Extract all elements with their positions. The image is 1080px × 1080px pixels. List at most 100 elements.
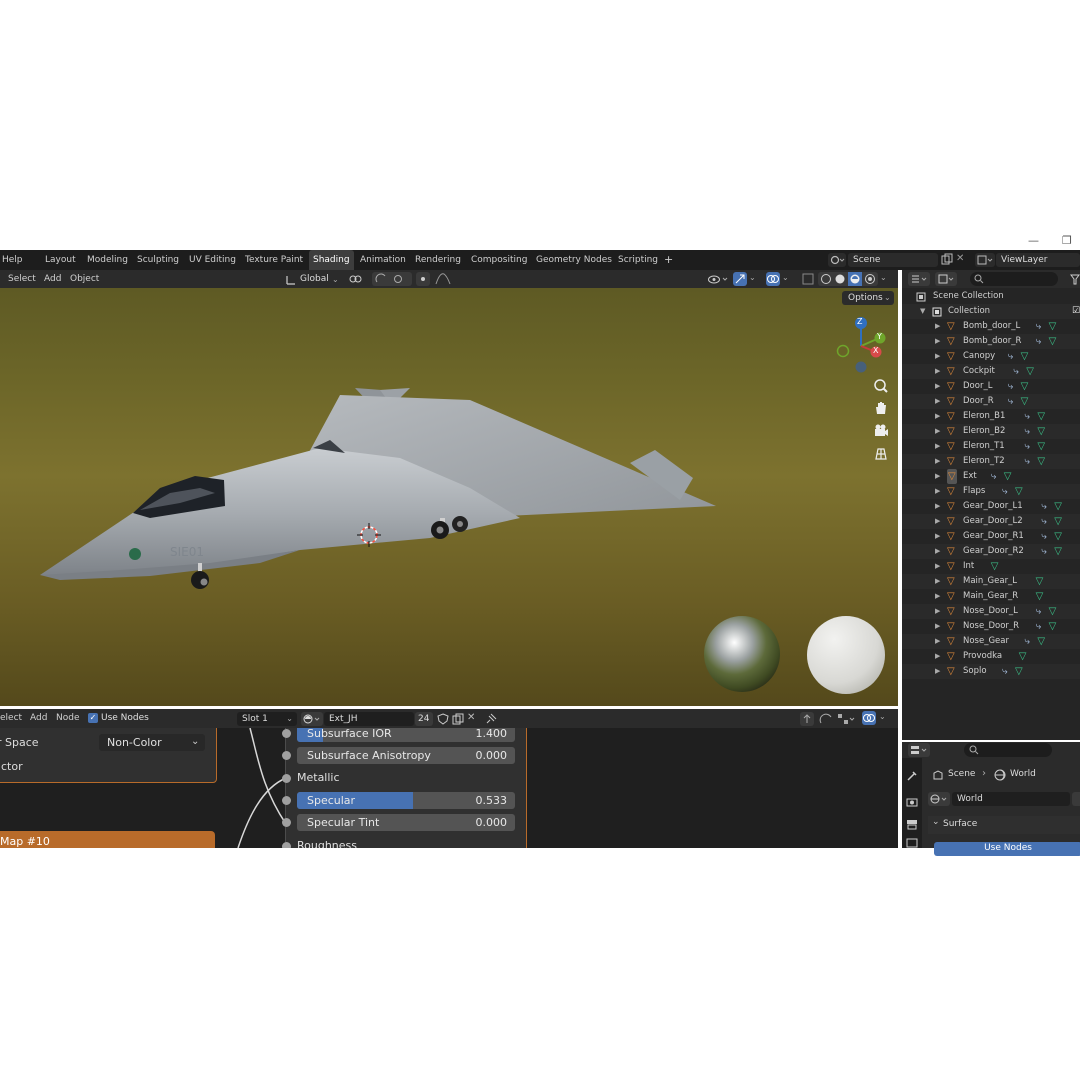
- viewport-menu-add[interactable]: Add: [44, 270, 61, 288]
- falloff-curve-icon[interactable]: [434, 272, 454, 286]
- tab-animation[interactable]: Animation: [360, 250, 406, 270]
- modifier-wrench-icon[interactable]: ⤷: [1041, 544, 1047, 559]
- outliner-item[interactable]: ▶ ▽ Main_Gear_R ▽: [902, 589, 1080, 604]
- mesh-data-icon[interactable]: ▽: [1037, 424, 1045, 439]
- gizmo-dropdown-chevron-icon[interactable]: ⌄: [749, 273, 761, 286]
- modifier-wrench-icon[interactable]: ⤷: [1024, 439, 1030, 454]
- mesh-data-icon[interactable]: ▽: [1036, 574, 1044, 589]
- tab-uv-editing[interactable]: UV Editing: [189, 250, 236, 270]
- outliner-item[interactable]: ▶ ▽ Eleron_T1 ⤷ ▽: [902, 439, 1080, 454]
- expand-triangle-icon[interactable]: ▶: [935, 544, 940, 559]
- modifier-wrench-icon[interactable]: ⤷: [1036, 604, 1042, 619]
- tab-rendering[interactable]: Rendering: [415, 250, 461, 270]
- properties-editor-type-icon[interactable]: [908, 743, 930, 757]
- outliner-item[interactable]: ▶ ▽ Ext ⤷ ▽: [902, 469, 1080, 484]
- expand-triangle-icon[interactable]: ▶: [935, 454, 940, 469]
- expand-triangle-icon[interactable]: ▶: [935, 649, 940, 664]
- zoom-icon[interactable]: [871, 376, 891, 396]
- overlays-toggle-icon[interactable]: [766, 272, 780, 286]
- expand-triangle-icon[interactable]: ▶: [935, 559, 940, 574]
- expand-triangle-icon[interactable]: ▶: [935, 364, 940, 379]
- modifier-wrench-icon[interactable]: ⤷: [1024, 409, 1030, 424]
- mesh-data-icon[interactable]: ▽: [1036, 589, 1044, 604]
- properties-search-input[interactable]: [964, 743, 1052, 757]
- expand-triangle-icon[interactable]: ▶: [935, 469, 940, 484]
- mesh-data-icon[interactable]: ▽: [1049, 334, 1057, 349]
- outliner-item[interactable]: ▶ ▽ Nose_Door_R ⤷ ▽: [902, 619, 1080, 634]
- editor-type-icon[interactable]: [908, 272, 930, 286]
- outliner-item[interactable]: ▶ ▽ Eleron_B2 ⤷ ▽: [902, 424, 1080, 439]
- mesh-data-icon[interactable]: ▽: [1037, 454, 1045, 469]
- modifier-wrench-icon[interactable]: ⤷: [1036, 334, 1042, 349]
- modifier-wrench-icon[interactable]: ⤷: [1013, 364, 1019, 379]
- input-socket[interactable]: [282, 842, 291, 848]
- xray-toggle-icon[interactable]: [801, 272, 815, 286]
- modifier-wrench-icon[interactable]: ⤷: [1041, 514, 1047, 529]
- mapping-node[interactable]: Map #10: [0, 831, 215, 848]
- outliner-item[interactable]: ▶ ▽ Gear_Door_R1 ⤷ ▽: [902, 529, 1080, 544]
- scene-copy-icon[interactable]: [940, 253, 954, 267]
- pivot-point-icon[interactable]: [347, 273, 367, 286]
- outliner-item[interactable]: ▶ ▽ Bomb_door_R ⤷ ▽: [902, 334, 1080, 349]
- 3d-viewport[interactable]: Options ⌄ SIE01 Z Y X: [0, 288, 898, 706]
- pin-icon[interactable]: [484, 712, 498, 726]
- expand-triangle-icon[interactable]: ▶: [935, 664, 940, 679]
- mesh-data-icon[interactable]: ▽: [1015, 664, 1023, 679]
- tab-sculpting[interactable]: Sculpting: [137, 250, 179, 270]
- color-space-dropdown[interactable]: Non-Color ⌄: [99, 734, 205, 751]
- modifier-wrench-icon[interactable]: ⤷: [1024, 634, 1030, 649]
- outliner-item[interactable]: ▶ ▽ Main_Gear_L ▽: [902, 574, 1080, 589]
- mesh-data-icon[interactable]: ▽: [1019, 649, 1027, 664]
- mesh-data-icon[interactable]: ▽: [1021, 379, 1029, 394]
- mesh-data-icon[interactable]: ▽: [1026, 364, 1034, 379]
- pan-hand-icon[interactable]: [871, 398, 891, 418]
- input-socket[interactable]: [282, 818, 291, 827]
- gizmo-toggle-icon[interactable]: [733, 272, 747, 286]
- outliner-item[interactable]: ▶ ▽ Eleron_B1 ⤷ ▽: [902, 409, 1080, 424]
- tab-compositing[interactable]: Compositing: [471, 250, 527, 270]
- world-browse-icon[interactable]: [928, 792, 950, 806]
- tab-shading[interactable]: Shading: [309, 250, 354, 270]
- overlays-dropdown-chevron-icon[interactable]: ⌄: [782, 273, 794, 286]
- mesh-data-icon[interactable]: ▽: [991, 559, 999, 574]
- tab-texture-paint[interactable]: Texture Paint: [245, 250, 303, 270]
- unlink-material-icon[interactable]: ✕: [467, 712, 479, 726]
- expand-triangle-icon[interactable]: ▶: [935, 484, 940, 499]
- node-snap-icon[interactable]: [818, 712, 834, 726]
- outliner-item[interactable]: ▶ ▽ Nose_Gear ⤷ ▽: [902, 634, 1080, 649]
- snap-toggle-group[interactable]: [372, 272, 412, 286]
- material-users-count[interactable]: 24: [415, 712, 433, 726]
- viewport-menu-object[interactable]: Object: [70, 270, 99, 288]
- outliner-item[interactable]: ▶ ▽ Flaps ⤷ ▽: [902, 484, 1080, 499]
- menu-help[interactable]: Help: [2, 250, 23, 270]
- use-nodes-button[interactable]: Use Nodes: [934, 842, 1080, 856]
- scene-name-field[interactable]: Scene: [848, 253, 938, 267]
- snap-element-icon[interactable]: [836, 712, 858, 726]
- outliner-item[interactable]: ▶ ▽ Gear_Door_L2 ⤷ ▽: [902, 514, 1080, 529]
- use-nodes-checkbox[interactable]: ✓: [88, 713, 98, 723]
- tab-geometry-nodes[interactable]: Geometry Nodes: [536, 250, 612, 270]
- expand-triangle-icon[interactable]: ▶: [935, 634, 940, 649]
- node-menu-select[interactable]: elect: [0, 709, 22, 727]
- material-name-field[interactable]: Ext_JH: [324, 712, 414, 726]
- expand-triangle-icon[interactable]: ▶: [935, 334, 940, 349]
- outliner-item[interactable]: ▶ ▽ Canopy ⤷ ▽: [902, 349, 1080, 364]
- tool-tab-icon[interactable]: [906, 770, 918, 782]
- bsdf-value-slider[interactable]: Specular Tint 0.000: [297, 814, 515, 831]
- modifier-wrench-icon[interactable]: ⤷: [1002, 664, 1008, 679]
- transform-orientation-dropdown[interactable]: Global ⌄: [284, 273, 340, 286]
- world-fake-user-icon[interactable]: [1072, 792, 1080, 806]
- window-minimize-icon[interactable]: —: [1028, 234, 1039, 247]
- mesh-data-icon[interactable]: ▽: [1037, 439, 1045, 454]
- expand-triangle-icon[interactable]: ▶: [935, 619, 940, 634]
- input-socket[interactable]: [282, 774, 291, 783]
- modifier-wrench-icon[interactable]: ⤷: [1008, 379, 1014, 394]
- mesh-data-icon[interactable]: ▽: [1054, 544, 1062, 559]
- world-name-field[interactable]: World: [952, 792, 1070, 806]
- mesh-data-icon[interactable]: ▽: [1049, 319, 1057, 334]
- outliner-item[interactable]: ▶ ▽ Bomb_door_L ⤷ ▽: [902, 319, 1080, 334]
- mesh-data-icon[interactable]: ▽: [1021, 349, 1029, 364]
- outliner-scene-collection[interactable]: Scene Collection: [902, 289, 1080, 304]
- modifier-wrench-icon[interactable]: ⤷: [1008, 394, 1014, 409]
- mesh-data-icon[interactable]: ▽: [1021, 394, 1029, 409]
